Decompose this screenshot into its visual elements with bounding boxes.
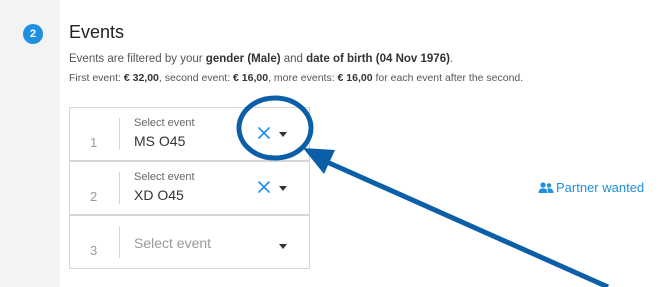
price-suffix: for each event after the second.	[372, 72, 524, 84]
price-prefix-1: First event:	[69, 72, 124, 84]
event-select-label: Select event	[134, 117, 195, 129]
event-select-label: Select event	[134, 171, 195, 183]
chevron-down-icon[interactable]	[279, 132, 287, 137]
clear-icon[interactable]	[256, 125, 272, 141]
section-title: Events	[69, 22, 125, 42]
filter-dob: date of birth (04 Nov 1976)	[306, 53, 450, 65]
price-prefix-2: , second event:	[158, 72, 234, 84]
filter-end: .	[449, 53, 454, 65]
event-row-number: 2	[90, 189, 98, 204]
event-row-2[interactable]: 2 Select event XD O45	[69, 161, 310, 215]
row-divider	[119, 172, 120, 204]
filter-description: Events are filtered by your gender (Male…	[69, 53, 453, 65]
chevron-down-icon[interactable]	[279, 186, 287, 191]
step-number: 2	[29, 28, 37, 40]
clear-icon[interactable]	[256, 179, 272, 195]
price-more: € 16,00	[337, 72, 373, 84]
filter-mid: and	[280, 53, 307, 65]
users-icon	[538, 181, 554, 193]
filter-gender: gender (Male)	[205, 53, 281, 65]
events-list: 1 Select event MS O45 2 Select event XD …	[69, 107, 312, 271]
event-select-value[interactable]: XD O45	[134, 187, 184, 203]
event-row-number: 3	[90, 243, 98, 258]
annotation-arrow-line	[316, 155, 610, 287]
row-divider	[119, 226, 120, 258]
partner-wanted-link[interactable]: Partner wanted	[538, 180, 644, 195]
step-number-badge: 2	[23, 24, 43, 44]
row-divider	[119, 118, 120, 150]
price-description: First event: € 32,00, second event: € 16…	[69, 72, 523, 84]
price-second: € 16,00	[233, 72, 269, 84]
price-prefix-3: , more events:	[268, 72, 338, 84]
price-first: € 32,00	[123, 72, 159, 84]
event-select-placeholder[interactable]: Select event	[134, 235, 211, 251]
filter-prefix: Events are filtered by your	[69, 53, 206, 65]
partner-wanted-label: Partner wanted	[556, 180, 645, 195]
event-select-value[interactable]: MS O45	[134, 133, 185, 149]
event-row-3[interactable]: 3 Select event	[69, 215, 310, 269]
event-row-1[interactable]: 1 Select event MS O45	[69, 107, 310, 161]
chevron-down-icon[interactable]	[279, 244, 287, 249]
event-row-number: 1	[90, 135, 98, 150]
